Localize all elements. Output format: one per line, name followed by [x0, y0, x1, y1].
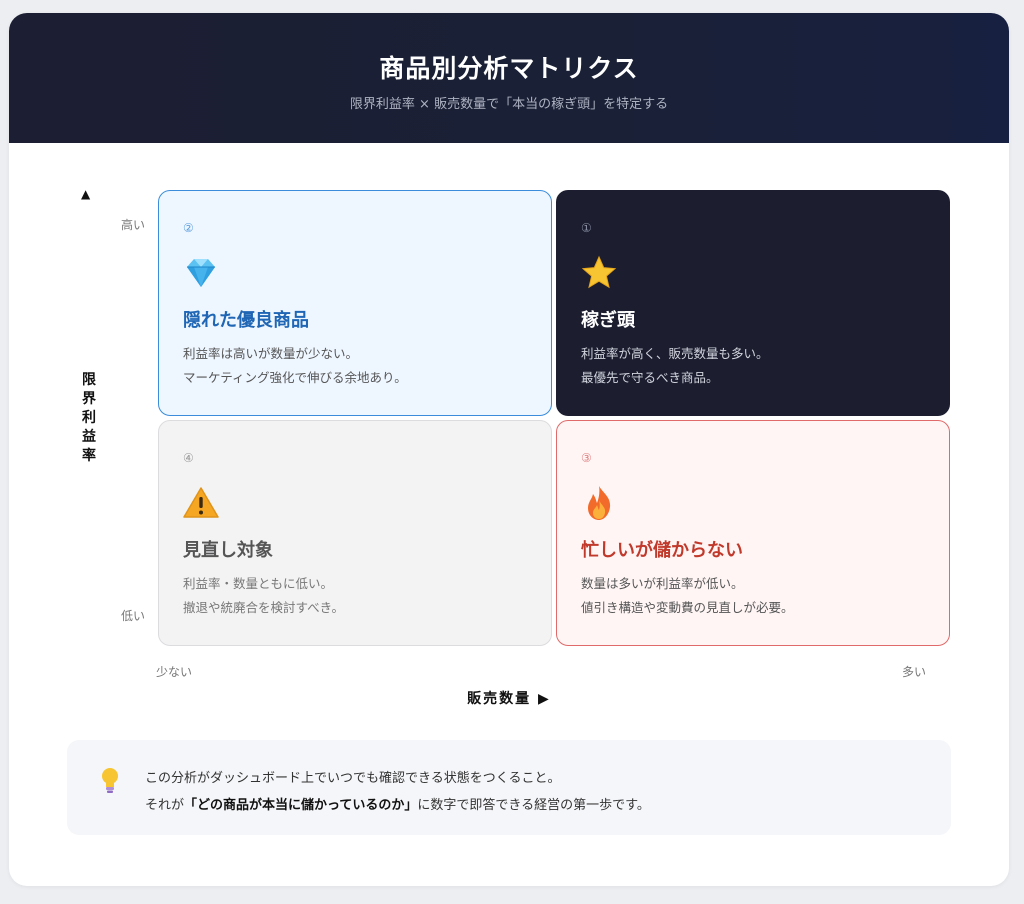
warning-icon	[183, 487, 219, 518]
y-axis-title-char: 限	[82, 372, 96, 388]
y-axis-title-char: 率	[82, 448, 96, 464]
star-icon	[581, 255, 617, 289]
quadrant-title: 見直し対象	[183, 540, 273, 561]
y-axis-low-label: 低い	[121, 609, 146, 623]
quadrant-title: 忙しいが儲からない	[581, 540, 743, 561]
y-axis-title-char: 利	[82, 410, 96, 426]
diamond-icon	[187, 259, 215, 287]
y-axis-title-char: 益	[82, 429, 96, 445]
quadrant-desc-line: 数量は多いが利益率が低い。	[581, 576, 744, 591]
quadrant-desc-line: 撤退や統廃合を検討すべき。	[183, 600, 345, 615]
quadrant-title: 稼ぎ頭	[581, 310, 635, 331]
fire-icon	[588, 486, 611, 520]
quadrant-number: ②	[183, 221, 194, 235]
callout-line-1: この分析がダッシュボード上でいつでも確認できる状態をつくること。	[145, 771, 561, 786]
callout-emphasis: 「どの商品が本当に儲かっているのか」	[184, 798, 418, 813]
lightbulb-icon	[102, 768, 118, 793]
quadrant-number: ③	[581, 451, 592, 465]
y-axis-title-char: 界	[82, 391, 96, 407]
quadrant-desc-line: 利益率は高いが数量が少ない。	[183, 346, 359, 361]
quadrant-title: 隠れた優良商品	[183, 310, 309, 331]
x-axis-title: 販売数量 ▶	[467, 691, 551, 707]
insight-callout: この分析がダッシュボード上でいつでも確認できる状態をつくること。 それが「どの商…	[67, 740, 951, 835]
quadrant-busy-unprofitable: ③ 忙しいが儲からない 数量は多いが利益率が低い。 値引き構造や変動費の見直しが…	[556, 420, 950, 646]
quadrant-description: 利益率が高く、販売数量も多い。 最優先で守るべき商品。	[581, 342, 769, 390]
y-axis-title: 限 界 利 益 率	[79, 371, 99, 466]
quadrant-description: 数量は多いが利益率が低い。 値引き構造や変動費の見直しが必要。	[581, 572, 794, 620]
quadrant-review-target: ④ 見直し対象 利益率・数量ともに低い。 撤退や統廃合を検討すべき。	[158, 420, 552, 646]
header-banner: 商品別分析マトリクス 限界利益率 × 販売数量で「本当の稼ぎ頭」を特定する	[9, 13, 1009, 143]
callout-line-2-prefix: それが	[145, 798, 185, 813]
quadrant-desc-line: 値引き構造や変動費の見直しが必要。	[581, 600, 794, 615]
quadrant-top-earner: ① 稼ぎ頭 利益率が高く、販売数量も多い。 最優先で守るべき商品。	[556, 190, 950, 416]
quadrant-number: ①	[581, 221, 592, 235]
y-axis-arrow: ▲	[81, 187, 91, 201]
quadrant-desc-line: 最優先で守るべき商品。	[581, 370, 719, 385]
callout-line-2: それが「どの商品が本当に儲かっているのか」に数字で即答できる経営の第一歩です。	[145, 794, 650, 813]
page-title: 商品別分析マトリクス	[379, 54, 639, 83]
quadrant-desc-line: マーケティング強化で伸びる余地あり。	[183, 370, 407, 385]
x-axis-low-label: 少ない	[156, 665, 193, 679]
callout-line-2-suffix: に数字で即答できる経営の第一歩です。	[417, 798, 650, 813]
quadrant-description: 利益率は高いが数量が少ない。 マーケティング強化で伸びる余地あり。	[183, 342, 407, 390]
quadrant-desc-line: 利益率が高く、販売数量も多い。	[581, 346, 769, 361]
quadrant-number: ④	[183, 451, 194, 465]
quadrant-hidden-gem: ② 隠れた優良商品 利益率は高いが数量が少ない。 マーケティング強化で伸びる余地…	[158, 190, 552, 416]
page-subtitle: 限界利益率 × 販売数量で「本当の稼ぎ頭」を特定する	[349, 97, 669, 112]
quadrant-desc-line: 利益率・数量ともに低い。	[183, 576, 334, 591]
x-axis-high-label: 多い	[902, 665, 927, 679]
matrix-card: 商品別分析マトリクス 限界利益率 × 販売数量で「本当の稼ぎ頭」を特定する ▲ …	[9, 13, 1009, 886]
y-axis-high-label: 高い	[121, 218, 146, 232]
quadrant-description: 利益率・数量ともに低い。 撤退や統廃合を検討すべき。	[183, 572, 344, 620]
